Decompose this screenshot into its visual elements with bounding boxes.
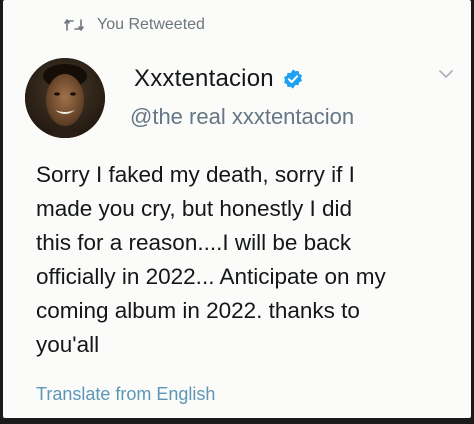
avatar[interactable] [25,58,105,138]
retweet-label: You Retweeted [97,16,205,33]
retweet-icon [64,19,84,31]
tweet-line: this for a reason....I will be back [36,230,352,255]
translate-link[interactable]: Translate from English [36,384,215,405]
user-handle[interactable]: @the real xxxtentacion [130,104,354,130]
author-name-row[interactable]: Xxxtentacion [134,65,304,93]
tweet-card[interactable]: You Retweeted Xxxtentacion @the real xxx… [3,0,471,418]
tweet-line: made you cry, but honestly I did [36,196,352,221]
retweet-indicator: You Retweeted [63,16,205,34]
tweet-line: coming album in 2022. thanks to [36,298,360,323]
tweet-line: you'all [36,332,100,357]
tweet-line: Sorry I faked my death, sorry if I [36,162,355,187]
tweet-text: Sorry I faked my death, sorry if I made … [36,158,456,362]
tweet-line: officially in 2022... Anticipate on my [36,264,386,289]
verified-badge-icon [283,69,302,89]
display-name[interactable]: Xxxtentacion [134,65,274,93]
avatar-image [25,58,105,138]
chevron-down-icon[interactable] [437,68,455,80]
